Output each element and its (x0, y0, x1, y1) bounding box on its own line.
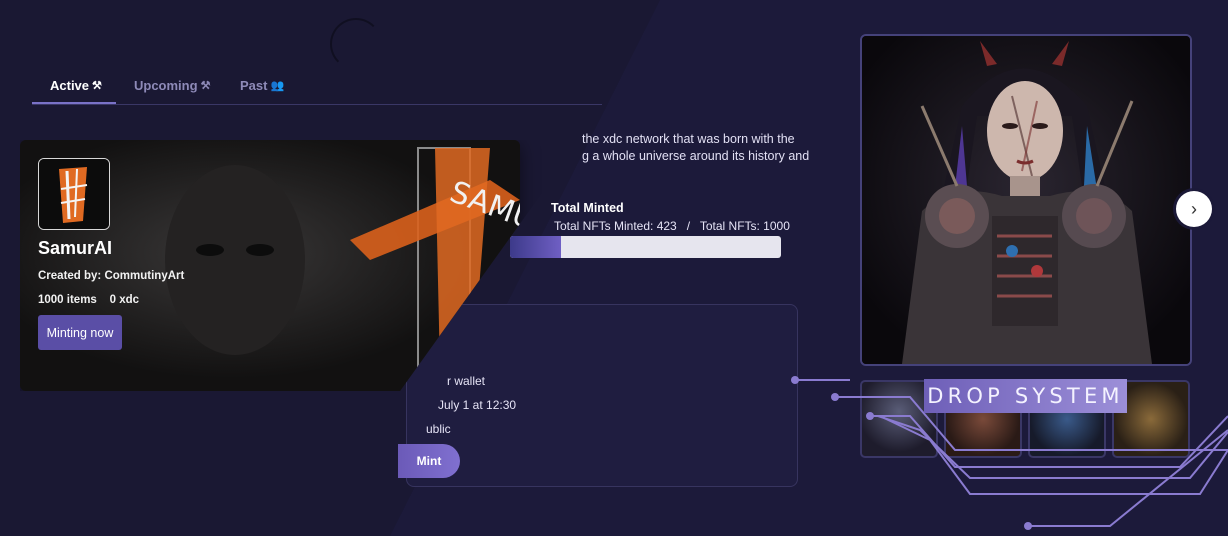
tab-past[interactable]: Past 👥 (240, 78, 284, 93)
hammer-icon: ⚒ (200, 80, 211, 92)
active-tab-indicator (32, 102, 116, 104)
mint-progress-bar (510, 236, 781, 258)
featured-nft-image[interactable] (860, 34, 1192, 366)
minting-now-button[interactable]: Minting now (38, 315, 122, 350)
description-line: the xdc network that was born with the (582, 132, 795, 146)
mint-panel (406, 304, 798, 487)
samurai-warrior-artwork (862, 36, 1190, 364)
mint-wallet-text: r wallet (447, 374, 486, 388)
tab-active[interactable]: Active ⚒ (50, 78, 102, 93)
mint-phase-text: ublic (426, 422, 451, 436)
mint-date-text: July 1 at 12:30 (438, 398, 517, 412)
total-minted-title: Total Minted (551, 201, 624, 215)
collection-logo (38, 158, 110, 230)
group-icon: 👥 (270, 80, 285, 92)
drop-system-label: DROP SYSTEM (924, 379, 1127, 413)
tab-active-label: Active (50, 78, 90, 93)
collection-items-price: 1000 items 0 xdc (38, 294, 140, 306)
collection-description: the xdc network that was born with the g… (582, 131, 809, 165)
tab-upcoming[interactable]: Upcoming ⚒ (134, 78, 210, 93)
tab-past-label: Past (240, 78, 268, 93)
samurai-logo-icon (39, 159, 109, 229)
mint-button[interactable]: Mint (398, 444, 460, 478)
tab-upcoming-label: Upcoming (134, 78, 198, 93)
description-line: g a whole universe around its history an… (582, 149, 810, 163)
total-minted-stats: Total NFTs Minted: 423 / Total NFTs: 100… (554, 219, 790, 233)
hammer-icon: ⚒ (92, 80, 102, 92)
next-image-button[interactable]: › (1176, 191, 1212, 227)
drop-status-tabs: Active ⚒ Upcoming ⚒ Past 👥 (32, 68, 602, 105)
mint-progress-fill (510, 236, 562, 258)
collection-name: SamurAI (38, 238, 113, 258)
loading-spinner-icon (330, 18, 382, 70)
collection-creator: Created by: CommutinyArt (38, 270, 185, 282)
chevron-right-icon: › (1191, 198, 1197, 219)
